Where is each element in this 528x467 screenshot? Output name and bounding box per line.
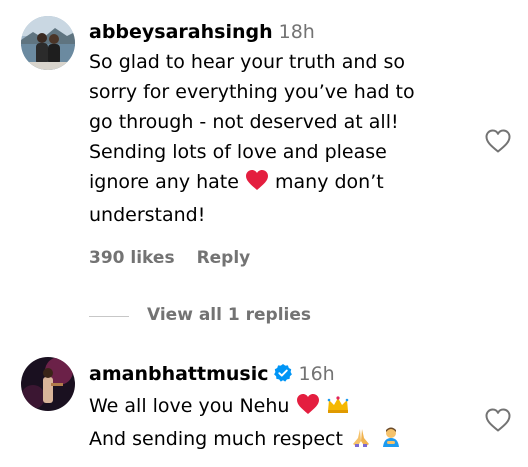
folded-hands-emoji-icon (349, 426, 373, 457)
comment-line: And sending much respect (89, 424, 469, 457)
comment-line-part: We all love you Nehu (89, 395, 290, 417)
red-heart-emoji-icon (296, 393, 320, 424)
heart-outline-icon[interactable] (484, 407, 512, 433)
comment-line: We all love you Nehu (89, 391, 469, 424)
timestamp: 16h (298, 363, 335, 385)
crown-emoji-icon (326, 394, 350, 424)
avatar-photo (21, 357, 75, 411)
comment-line-part: And sending much respect (89, 428, 343, 450)
avatar[interactable] (21, 357, 75, 411)
comment-header: amanbhattmusic 16h (89, 361, 335, 387)
username[interactable]: amanbhattmusic (89, 363, 269, 385)
verified-badge-icon (273, 363, 293, 383)
comment-text: We all love you Nehu And sending much re… (89, 391, 469, 457)
person-bowing-emoji-icon (379, 426, 403, 457)
comment-amanbhattmusic: amanbhattmusic 16h We all love you Nehu A… (0, 0, 528, 467)
